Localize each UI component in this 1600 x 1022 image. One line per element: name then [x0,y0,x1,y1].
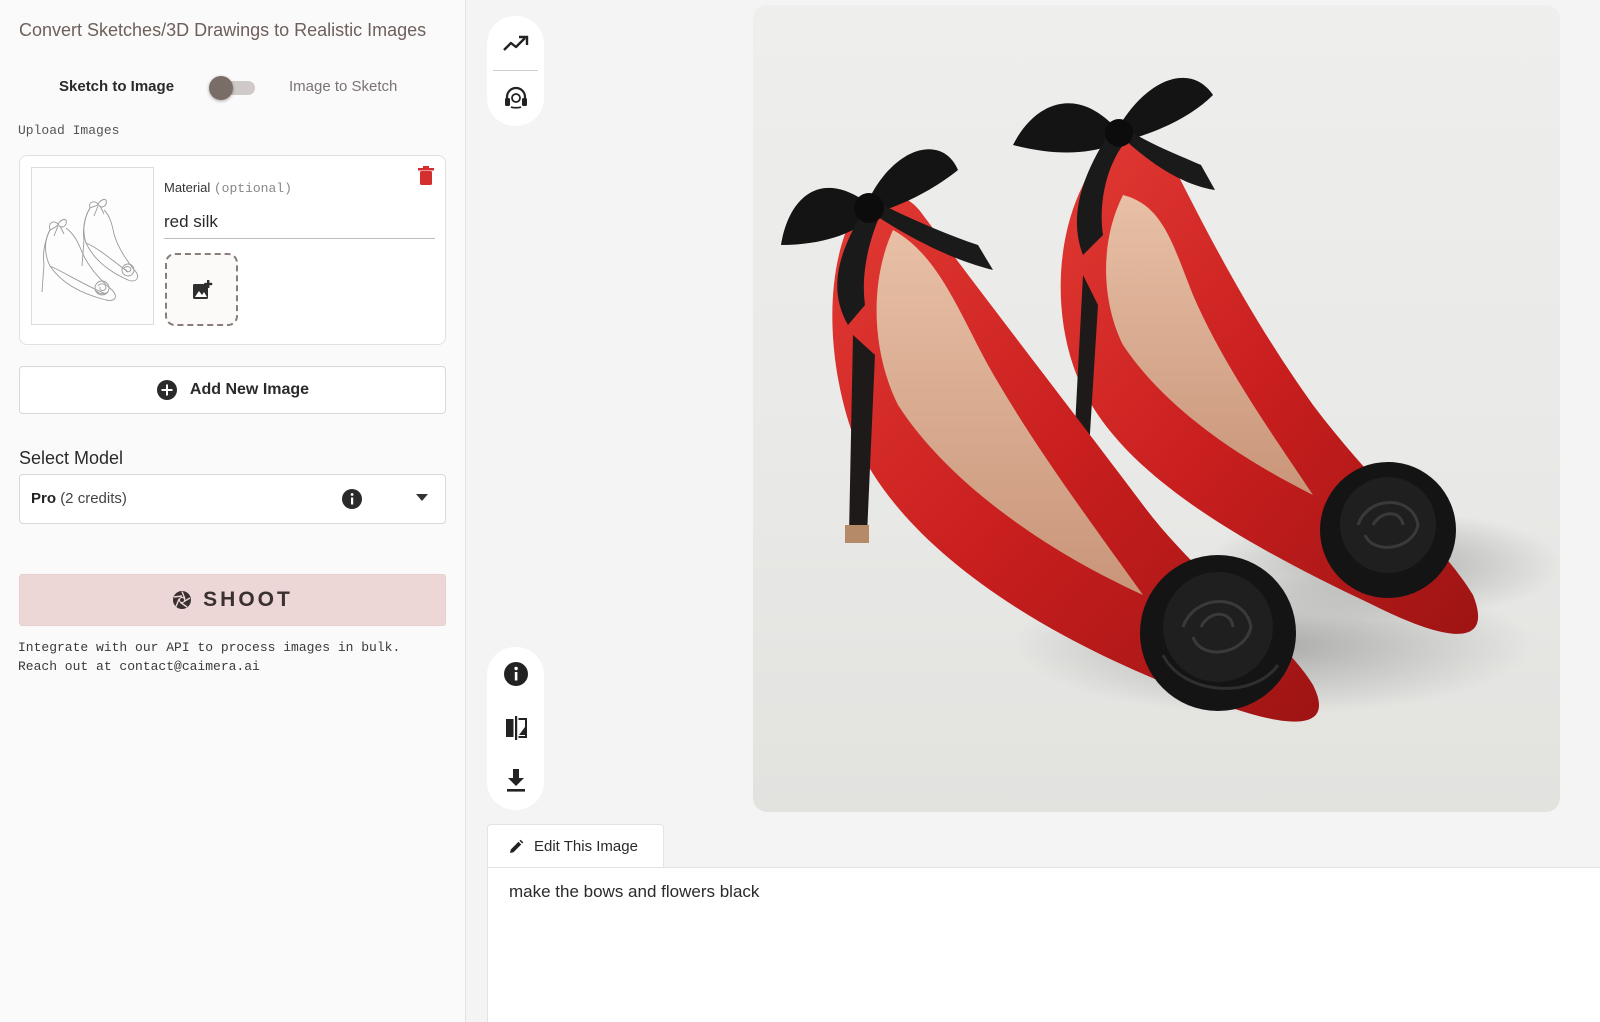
api-note: Integrate with our API to process images… [18,638,400,676]
trend-icon [503,35,529,51]
add-new-image-label: Add New Image [189,381,310,398]
pencil-icon [510,839,524,853]
info-icon [342,489,362,509]
add-material-image-button[interactable] [165,253,238,326]
model-selected-value: Pro (2 credits) [31,490,127,507]
model-select[interactable]: Pro (2 credits) [19,474,446,524]
toolbar-divider [493,70,538,71]
upload-card: Material (optional) [19,155,446,345]
select-model-label: Select Model [19,448,124,468]
support-icon [505,86,527,109]
toolbar-top [487,16,544,126]
mode-toggle-row: Sketch to Image Image to Sketch [0,72,466,102]
edit-tab-label: Edit This Image [534,838,638,855]
compare-button[interactable] [501,713,531,743]
delete-image-button[interactable] [416,165,436,187]
info-icon [504,662,528,686]
aperture-icon [173,591,192,609]
support-button[interactable] [501,83,531,113]
toggle-knob [209,76,233,100]
sidebar: Convert Sketches/3D Drawings to Realisti… [0,0,466,1022]
shoot-label: SHOOT [203,588,293,611]
edit-prompt-textarea[interactable]: make the bows and flowers black [509,882,1589,1012]
mode-toggle-switch[interactable] [209,76,255,100]
download-icon [507,769,525,792]
trash-icon [418,166,434,185]
main-area: Edit This Image make the bows and flower… [467,0,1600,1022]
mode-image-to-sketch-label[interactable]: Image to Sketch [289,78,397,95]
download-button[interactable] [501,765,531,795]
mode-sketch-to-image-label[interactable]: Sketch to Image [59,78,174,95]
add-new-image-button[interactable]: Add New Image [19,366,446,414]
chevron-down-icon [416,494,428,501]
model-name: Pro [31,490,57,507]
generated-image[interactable] [753,5,1560,812]
model-info-button[interactable] [341,488,363,510]
material-label: Material (optional) [164,180,292,196]
material-label-text: Material [164,180,211,195]
api-note-line2: Reach out at contact@caimera.ai [18,659,260,674]
trend-button[interactable] [501,29,531,59]
plus-circle-icon [156,380,177,400]
sketch-thumbnail[interactable] [31,167,154,325]
red-heels-photo [781,77,1560,722]
add-photo-icon [192,279,212,299]
material-input[interactable] [164,205,435,239]
upload-images-label: Upload Images [18,123,120,138]
tab-edit-this-image[interactable]: Edit This Image [487,824,664,868]
material-optional-text: (optional) [213,181,292,196]
model-credits: (2 credits) [60,490,127,507]
app-title: Convert Sketches/3D Drawings to Realisti… [19,20,427,40]
toolbar-bottom [487,647,544,810]
sketch-drawing [41,199,139,301]
image-info-button[interactable] [501,659,531,689]
shoot-button[interactable]: SHOOT [19,574,446,626]
api-note-line1: Integrate with our API to process images… [18,640,401,655]
compare-icon [506,716,527,740]
edit-panel: make the bows and flowers black [487,867,1600,1022]
